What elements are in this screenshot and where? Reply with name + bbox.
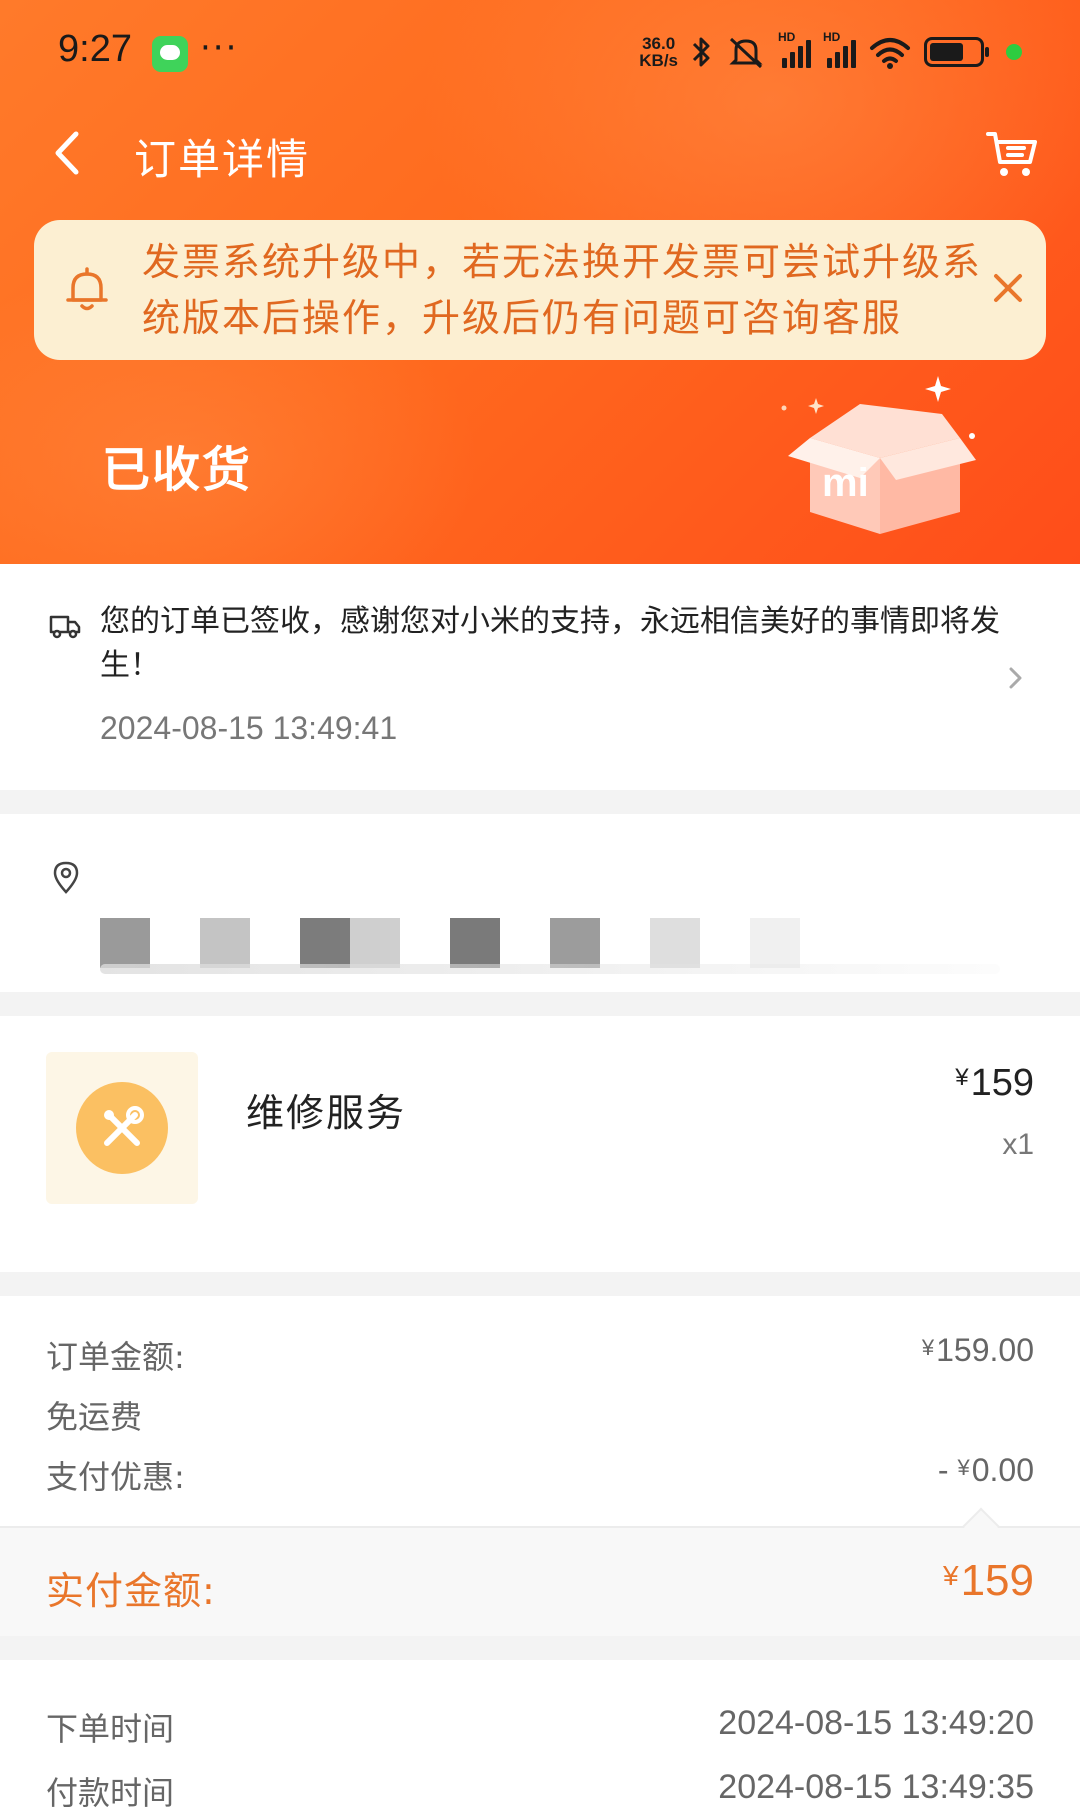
order-time-value: 2024-08-15 13:49:20 xyxy=(718,1704,1034,1742)
bell-icon xyxy=(66,267,108,311)
product-price: ¥159 xyxy=(955,1062,1034,1105)
mute-icon xyxy=(729,37,763,69)
package-box-illustration: mi xyxy=(781,376,976,534)
pay-time-value: 2024-08-15 13:49:35 xyxy=(718,1768,1034,1806)
discount-label: 支付优惠: xyxy=(46,1458,185,1496)
order-amount-row: 订单金额: ¥159.00 xyxy=(46,1332,1034,1378)
close-icon[interactable] xyxy=(988,268,1028,308)
order-amount-label: 订单金额: xyxy=(46,1338,185,1376)
chevron-right-icon[interactable] xyxy=(1004,664,1028,692)
product-quantity: x1 xyxy=(1002,1128,1034,1161)
discount-row: 支付优惠: - ¥0.00 xyxy=(46,1452,1034,1498)
discount-value: - ¥0.00 xyxy=(937,1452,1034,1488)
shipping-row: 免运费 xyxy=(46,1392,1034,1438)
network-speed: 36.0 KB/s xyxy=(639,35,678,69)
wifi-icon xyxy=(870,38,910,69)
truck-icon xyxy=(49,615,81,639)
page-title: 订单详情 xyxy=(134,135,311,184)
location-pin-icon xyxy=(53,861,79,894)
currency-symbol: ¥ xyxy=(943,1560,959,1591)
redacted-address xyxy=(450,918,500,968)
pay-time-row: 付款时间 2024-08-15 13:49:35 xyxy=(46,1768,1034,1814)
paid-amount-label: 实付金额: xyxy=(46,1569,216,1613)
redacted-address xyxy=(550,918,600,968)
redacted-address xyxy=(100,964,1000,974)
signal-hd-label: HD xyxy=(823,30,841,44)
invoice-notice-banner[interactable]: 发票系统升级中，若无法换开发票可尝试升级系统版本后操作，升级后仍有问题可咨询客服 xyxy=(34,220,1046,360)
paid-amount-value: ¥159 xyxy=(943,1556,1034,1606)
order-amount-value: ¥159.00 xyxy=(921,1332,1034,1368)
currency-symbol: ¥ xyxy=(955,1064,969,1091)
redacted-address xyxy=(350,918,400,968)
cart-icon[interactable] xyxy=(984,126,1040,182)
order-time-row: 下单时间 2024-08-15 13:49:20 xyxy=(46,1704,1034,1750)
bluetooth-icon xyxy=(692,37,710,67)
system-status-bar: 9:27 ··· 36.0 KB/s HD HD xyxy=(0,0,1080,104)
delivery-time: 2024-08-15 13:49:41 xyxy=(100,710,398,746)
paid-amount-number: 159 xyxy=(960,1556,1034,1605)
redacted-address xyxy=(300,918,350,968)
order-status-title: 已收货 xyxy=(102,442,253,498)
privacy-indicator-dot xyxy=(1006,44,1022,60)
more-notifications-icon: ··· xyxy=(200,28,239,68)
back-arrow-icon[interactable] xyxy=(46,126,90,180)
redacted-address xyxy=(100,918,150,968)
network-speed-unit: KB/s xyxy=(639,51,678,70)
signal-hd-label: HD xyxy=(778,30,796,44)
status-time: 9:27 xyxy=(58,28,132,70)
message-app-icon xyxy=(152,36,188,72)
order-status-header: 9:27 ··· 36.0 KB/s HD HD 订单详情 发票系统升级中，若无… xyxy=(0,0,1080,564)
pay-time-label: 付款时间 xyxy=(46,1774,175,1812)
order-time-label: 下单时间 xyxy=(46,1710,175,1748)
repair-tools-icon xyxy=(104,1106,144,1146)
redacted-address xyxy=(750,918,800,968)
redacted-address xyxy=(200,918,250,968)
product-thumbnail[interactable] xyxy=(46,1052,198,1204)
redacted-address xyxy=(650,918,700,968)
product-price-value: 159 xyxy=(970,1062,1034,1104)
svg-text:mi: mi xyxy=(822,461,869,505)
signal-icon: HD xyxy=(823,30,856,68)
delivery-message: 您的订单已签收，感谢您对小米的支持，永远相信美好的事情即将发生！ xyxy=(100,604,1000,683)
battery-icon xyxy=(924,37,989,67)
signal-icon: HD xyxy=(778,30,811,68)
network-speed-value: 36.0 xyxy=(642,34,676,53)
notice-text: 发票系统升级中，若无法换开发票可尝试升级系统版本后操作，升级后仍有问题可咨询客服 xyxy=(142,240,983,340)
product-name: 维修服务 xyxy=(246,1091,407,1135)
shipping-label: 免运费 xyxy=(46,1398,143,1436)
